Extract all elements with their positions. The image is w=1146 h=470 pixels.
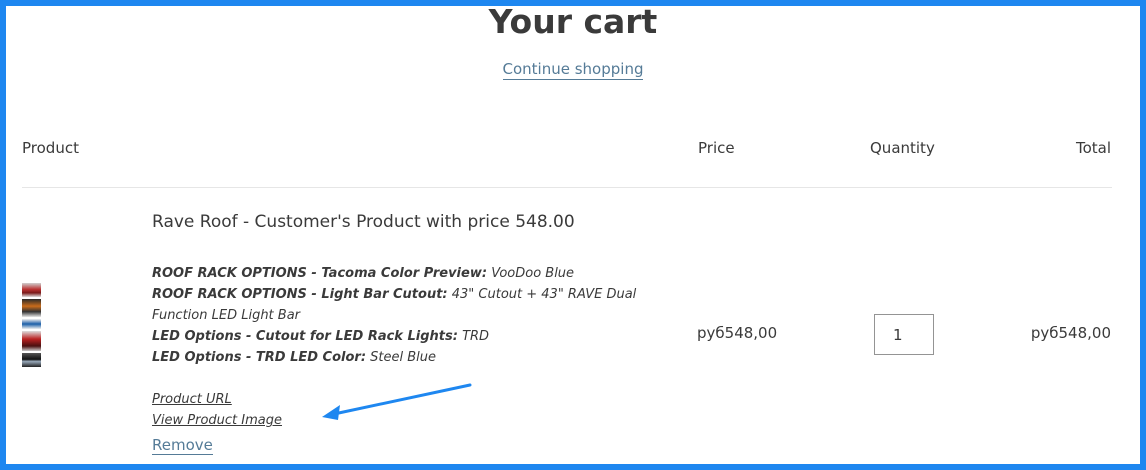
annotation-arrow-icon bbox=[322, 383, 472, 420]
